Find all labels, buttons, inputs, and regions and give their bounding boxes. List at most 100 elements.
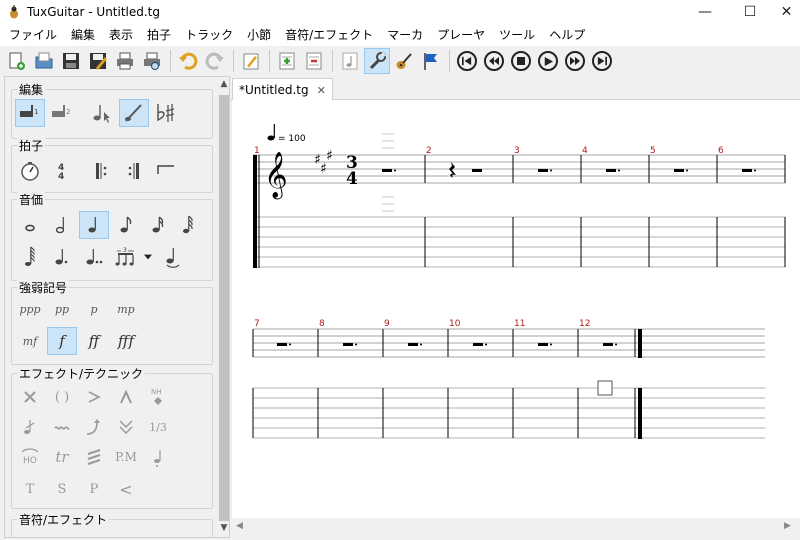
ghost-note-button[interactable]: ( ): [47, 383, 77, 411]
menu-note-effect[interactable]: 音符/エフェクト: [278, 24, 380, 46]
scroll-up-icon[interactable]: ▲: [217, 79, 229, 93]
wrench-icon: [369, 52, 386, 70]
edit-note-button[interactable]: [119, 99, 149, 127]
trill-button[interactable]: tr: [47, 443, 77, 471]
vibrato-button[interactable]: [47, 413, 77, 441]
previous-button[interactable]: [481, 48, 507, 74]
menu-edit[interactable]: 編集: [64, 24, 102, 46]
print-preview-button[interactable]: [139, 48, 165, 74]
popping-button[interactable]: P: [79, 475, 109, 503]
new-file-button[interactable]: [4, 48, 30, 74]
maximize-button[interactable]: ☐: [727, 0, 773, 24]
tremolo-picking-button[interactable]: [79, 443, 109, 471]
edit-mode-button[interactable]: [238, 48, 264, 74]
tremolo-bar-button[interactable]: [111, 413, 141, 441]
tuplet-dropdown[interactable]: [141, 243, 155, 271]
menu-track[interactable]: トラック: [178, 24, 240, 46]
sixteenth-note-button[interactable]: [143, 211, 173, 239]
dynamic-mp-button[interactable]: mp: [111, 295, 141, 323]
minimize-button[interactable]: —: [682, 0, 728, 24]
menu-marker[interactable]: マーカ: [380, 24, 430, 46]
half-note-button[interactable]: [47, 211, 77, 239]
menu-view[interactable]: 表示: [102, 24, 140, 46]
whole-note-button[interactable]: [15, 211, 45, 239]
dynamic-f-button[interactable]: f: [47, 327, 77, 355]
stop-button[interactable]: [508, 48, 534, 74]
add-track-button[interactable]: [274, 48, 300, 74]
menu-tools[interactable]: ツール: [492, 24, 542, 46]
tie-button[interactable]: [157, 243, 187, 271]
dotted-button[interactable]: [47, 243, 77, 271]
tab-untitled[interactable]: *Untitled.tg ✕: [232, 78, 333, 101]
next-button[interactable]: [562, 48, 588, 74]
menu-player[interactable]: プレーヤ: [430, 24, 492, 46]
scroll-right-icon[interactable]: ▶: [784, 518, 791, 534]
dynamic-ff-button[interactable]: ff: [79, 327, 109, 355]
menu-measure[interactable]: 小節: [240, 24, 278, 46]
save-button[interactable]: [58, 48, 84, 74]
play-button[interactable]: [535, 48, 561, 74]
eighth-note-button[interactable]: [111, 211, 141, 239]
measure-number: 10: [449, 319, 461, 329]
edit-cursor[interactable]: [597, 380, 613, 396]
dynamic-fff-button[interactable]: fff: [111, 327, 141, 355]
print-button[interactable]: [112, 48, 138, 74]
score-view-button[interactable]: [337, 48, 363, 74]
bend-button[interactable]: [79, 413, 109, 441]
score-svg: 1 2 3 4 5 6 = 100 𝄞 ♯ ♯ ♯ 3 4 7 8 9 10 1…: [252, 124, 786, 439]
accidental-button[interactable]: [151, 99, 181, 127]
tuplet-button[interactable]: 3: [111, 243, 141, 271]
tab-close-icon[interactable]: ✕: [317, 84, 326, 97]
repeat-close-button[interactable]: [119, 157, 149, 185]
score-horizontal-scrollbar[interactable]: ◀ ▶: [232, 518, 800, 534]
sixty-fourth-note-button[interactable]: [15, 243, 45, 271]
scroll-down-icon[interactable]: ▼: [217, 523, 229, 537]
tempo-label: = 100: [278, 134, 306, 144]
close-window-button[interactable]: ✕: [773, 0, 800, 24]
dynamic-pp-button[interactable]: pp: [47, 295, 77, 323]
remove-track-button[interactable]: [301, 48, 327, 74]
harmonic-button[interactable]: NH: [143, 383, 173, 411]
dynamic-p-button[interactable]: p: [79, 295, 109, 323]
thirty-second-note-button[interactable]: [175, 211, 201, 239]
double-dotted-button[interactable]: [79, 243, 109, 271]
tuplet-effect-button[interactable]: 1/3: [143, 413, 173, 441]
time-signature-button[interactable]: 44: [47, 157, 77, 185]
alternative-ending-button[interactable]: [151, 157, 181, 185]
select-note-button[interactable]: [87, 99, 117, 127]
panel-scrollbar[interactable]: ▲ ▼: [217, 79, 229, 537]
dynamic-mf-button[interactable]: mf: [15, 327, 45, 355]
scrollbar-thumb[interactable]: [219, 95, 229, 521]
menu-help[interactable]: ヘルプ: [542, 24, 592, 46]
dead-note-button[interactable]: [15, 383, 45, 411]
tapping-button[interactable]: T: [15, 475, 45, 503]
quarter-note-button[interactable]: [79, 211, 109, 239]
voice-1-button[interactable]: 1: [15, 99, 45, 127]
scroll-left-icon[interactable]: ◀: [236, 518, 243, 534]
palm-mute-button[interactable]: P.M: [111, 443, 141, 471]
hammer-on-button[interactable]: HO: [15, 443, 45, 471]
voice-2-button[interactable]: 2: [47, 99, 77, 127]
menu-composition[interactable]: 拍子: [140, 24, 178, 46]
menu-file[interactable]: ファイル: [2, 24, 64, 46]
instrument-button[interactable]: [391, 48, 417, 74]
redo-button[interactable]: [202, 48, 228, 74]
marker-button[interactable]: [418, 48, 444, 74]
save-as-button[interactable]: [85, 48, 111, 74]
slapping-button[interactable]: S: [47, 475, 77, 503]
heavy-accent-button[interactable]: [111, 383, 141, 411]
grace-note-button[interactable]: [15, 413, 45, 441]
last-button[interactable]: [589, 48, 615, 74]
undo-button[interactable]: [175, 48, 201, 74]
repeat-open-button[interactable]: [87, 157, 117, 185]
tempo-button[interactable]: [15, 157, 45, 185]
first-button[interactable]: [454, 48, 480, 74]
open-file-button[interactable]: [31, 48, 57, 74]
score-canvas[interactable]: 1 2 3 4 5 6 = 100 𝄞 ♯ ♯ ♯ 3 4 7 8 9 10 1…: [232, 100, 800, 518]
staccato-button[interactable]: [143, 443, 173, 471]
dynamic-ppp-button[interactable]: ppp: [15, 295, 45, 323]
accent-button[interactable]: [79, 383, 109, 411]
settings-button[interactable]: [364, 48, 390, 74]
half-note-icon: [55, 217, 65, 234]
fade-in-button[interactable]: <: [111, 475, 141, 503]
